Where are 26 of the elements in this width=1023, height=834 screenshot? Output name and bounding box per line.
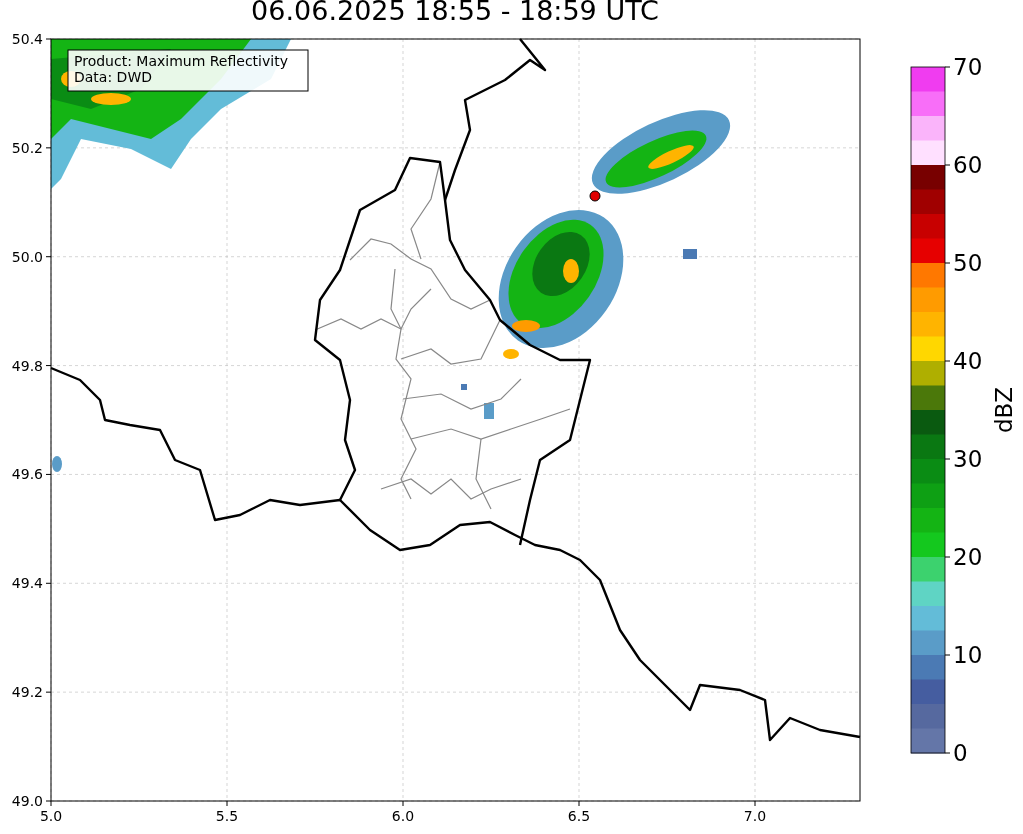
colorbar-tick-label: 60 — [953, 152, 983, 178]
colorbar-tick-label: 0 — [953, 740, 968, 766]
colorbar-tick-label: 40 — [953, 348, 983, 374]
x-tick-label: 5.5 — [215, 808, 239, 824]
y-tick-label: 50.0 — [11, 248, 43, 265]
y-tick-label: 49.8 — [11, 357, 43, 374]
colorbar-label: dBZ — [991, 386, 1017, 434]
y-tick-label: 50.2 — [11, 139, 43, 156]
x-tick-label: 7.0 — [743, 808, 767, 824]
info-text: Product: Maximum Reflectivity — [74, 53, 288, 69]
colorbar-tick-label: 30 — [953, 446, 983, 472]
info-text: Data: DWD — [74, 69, 152, 85]
x-tick-label: 6.0 — [391, 808, 415, 824]
colorbar-tick-label: 20 — [953, 544, 983, 570]
colorbar-tick-label: 10 — [953, 642, 983, 668]
chart-title: 06.06.2025 18:55 - 18:59 UTC — [251, 0, 659, 28]
y-tick-label: 49.2 — [11, 684, 43, 701]
station-marker — [589, 190, 601, 202]
y-tick-label: 50.4 — [11, 31, 43, 47]
x-tick-label: 5.0 — [39, 808, 63, 824]
colorbar-tick-label: 70 — [953, 54, 983, 80]
y-tick-label: 49.0 — [11, 793, 43, 809]
colorbar-tick-label: 50 — [953, 250, 983, 276]
x-tick-label: 6.5 — [567, 808, 591, 824]
y-tick-label: 49.6 — [11, 466, 43, 483]
y-tick-label: 49.4 — [11, 575, 43, 592]
